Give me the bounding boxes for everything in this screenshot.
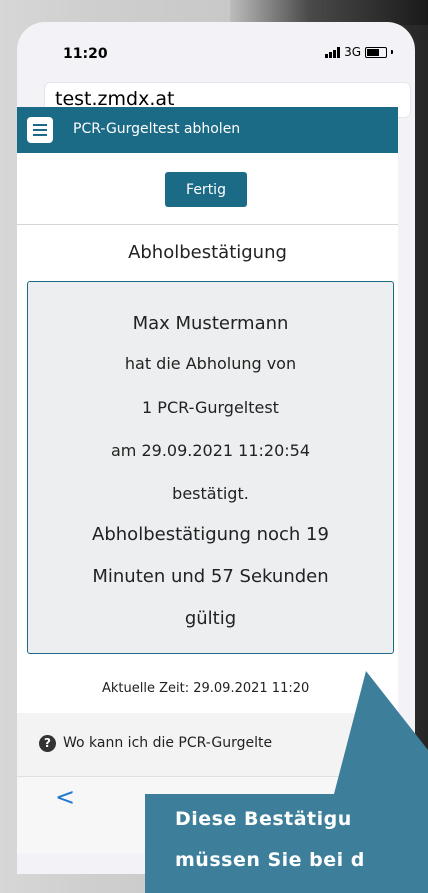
status-time: 11:20 — [63, 46, 108, 62]
back-chevron-icon[interactable]: < — [55, 783, 75, 811]
battery-icon — [365, 46, 387, 58]
menu-button[interactable] — [27, 117, 53, 143]
callout-line-2: müssen Sie bei d — [175, 849, 365, 871]
confirmation-text: hat die Abholung von — [124, 354, 297, 373]
network-type: 3G — [344, 45, 361, 59]
validity-line-3: gültig — [184, 608, 237, 629]
status-indicators: 3G — [325, 45, 393, 59]
help-link[interactable]: Wo kann ich die PCR-Gurgelte — [63, 735, 272, 751]
validity-line-1: Abholbestätigung noch 19 — [92, 524, 329, 545]
confirmation-name: Max Mustermann — [132, 313, 289, 334]
question-icon: ? — [39, 735, 56, 752]
confirmation-status: bestätigt. — [172, 484, 249, 503]
confirmation-box: Max Mustermann hat die Abholung von 1 PC… — [27, 281, 394, 654]
callout-box: Diese Bestätigu müssen Sie bei d — [145, 794, 428, 893]
confirmation-test: 1 PCR-Gurgeltest — [142, 398, 279, 417]
callout-line-1: Diese Bestätigu — [175, 808, 352, 830]
divider — [17, 224, 398, 225]
validity-line-2: Minuten und 57 Sekunden — [92, 566, 329, 587]
confirmation-date: am 29.09.2021 11:20:54 — [110, 441, 311, 460]
confirmation-title: Abholbestätigung — [128, 242, 287, 263]
done-button[interactable]: Fertig — [165, 172, 247, 207]
battery-tip-icon — [391, 50, 393, 54]
status-bar: 11:20 3G — [17, 22, 415, 62]
signal-icon — [325, 46, 341, 58]
main-content: Fertig Abholbestätigung Max Mustermann h… — [17, 153, 398, 713]
app-header: PCR-Gurgeltest abholen — [17, 107, 398, 153]
page-title: PCR-Gurgeltest abholen — [73, 121, 241, 137]
current-time: Aktuelle Zeit: 29.09.2021 11:20 — [102, 681, 310, 696]
